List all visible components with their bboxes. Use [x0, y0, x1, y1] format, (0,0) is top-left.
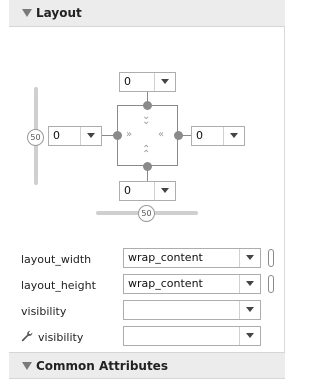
right-margin-value: 0: [196, 129, 203, 142]
bottom-margin-dropdown[interactable]: 0: [119, 181, 176, 201]
tools-visibility-dropdown-button[interactable]: [239, 327, 260, 345]
attr-label-layout-width: layout_width: [21, 253, 92, 266]
layout-height-resize-handle[interactable]: [268, 275, 274, 293]
chevron-down-icon: [246, 255, 254, 260]
left-margin-dropdown-button[interactable]: [80, 127, 101, 145]
wrap-content-left-chevron-icon[interactable]: »: [126, 130, 132, 140]
left-constraint-handle[interactable]: [113, 131, 122, 140]
top-constraint-handle[interactable]: [143, 101, 152, 110]
bottom-margin-value: 0: [124, 184, 131, 197]
chevron-down-icon: [87, 133, 95, 138]
right-margin-dropdown[interactable]: 0: [191, 126, 245, 146]
bottom-margin-dropdown-button[interactable]: [154, 182, 175, 200]
common-attributes-section-title: Common Attributes: [36, 359, 168, 373]
chevron-down-icon: [161, 79, 169, 84]
collapse-triangle-icon[interactable]: [22, 9, 32, 17]
top-margin-value: 0: [124, 75, 131, 88]
layout-width-dropdown[interactable]: wrap_content: [123, 248, 261, 268]
common-attributes-section-header[interactable]: Common Attributes: [9, 352, 285, 379]
chevron-down-icon: [246, 307, 254, 312]
layout-width-dropdown-button[interactable]: [239, 249, 260, 267]
horizontal-bias-slider-thumb[interactable]: 50: [138, 205, 155, 222]
left-margin-dropdown[interactable]: 0: [48, 126, 102, 146]
attr-label-tools-visibility: visibility: [38, 331, 84, 344]
right-constraint-handle[interactable]: [174, 131, 183, 140]
wrap-content-right-chevron-icon[interactable]: «: [158, 130, 164, 140]
layout-section-title: Layout: [36, 6, 82, 20]
chevron-down-icon: [246, 281, 254, 286]
layout-height-value: wrap_content: [128, 277, 203, 290]
wrap-content-top-chevron-icon: ⌄: [142, 116, 151, 127]
wrench-icon: [21, 330, 33, 342]
attr-label-visibility: visibility: [21, 305, 67, 318]
chevron-down-icon: [230, 133, 238, 138]
visibility-dropdown[interactable]: [123, 300, 261, 320]
top-margin-dropdown-button[interactable]: [154, 73, 175, 91]
layout-width-value: wrap_content: [128, 251, 203, 264]
vertical-bias-slider-thumb[interactable]: 50: [27, 129, 44, 146]
right-margin-dropdown-button[interactable]: [223, 127, 244, 145]
panel-divider: [284, 0, 285, 379]
collapse-triangle-icon[interactable]: [22, 362, 32, 370]
attr-label-layout-height: layout_height: [21, 279, 96, 292]
wrap-content-bottom-chevron-icon: ⌃: [142, 149, 151, 160]
chevron-down-icon: [246, 333, 254, 338]
layout-section-header[interactable]: Layout: [9, 0, 285, 27]
tools-visibility-dropdown[interactable]: [123, 326, 261, 346]
chevron-down-icon: [161, 188, 169, 193]
layout-width-resize-handle[interactable]: [268, 249, 274, 267]
bottom-constraint-handle[interactable]: [143, 162, 152, 171]
top-margin-dropdown[interactable]: 0: [119, 72, 176, 92]
layout-height-dropdown-button[interactable]: [239, 275, 260, 293]
visibility-dropdown-button[interactable]: [239, 301, 260, 319]
layout-height-dropdown[interactable]: wrap_content: [123, 274, 261, 294]
left-margin-value: 0: [53, 129, 60, 142]
